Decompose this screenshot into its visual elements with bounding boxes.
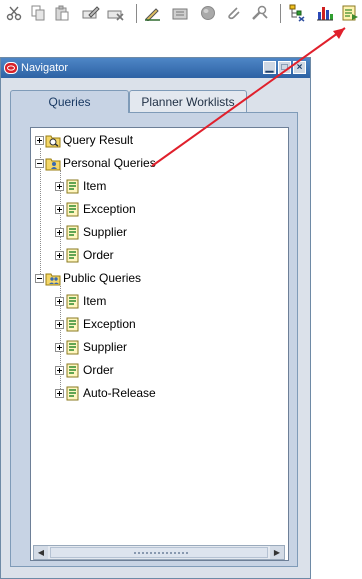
expand-icon[interactable]: [55, 296, 64, 306]
expand-icon[interactable]: [35, 135, 44, 145]
personal-folder-icon: [45, 158, 61, 170]
tree-node-label: Exception: [83, 202, 136, 216]
globe-icon[interactable]: [198, 3, 218, 23]
collapse-icon[interactable]: [35, 273, 44, 283]
expand-icon[interactable]: [55, 227, 64, 237]
expand-icon[interactable]: [55, 342, 64, 352]
tree-node-query-result[interactable]: Query Result: [35, 131, 133, 149]
bar-chart-icon[interactable]: [315, 3, 335, 23]
tree-node-personal-supplier[interactable]: Supplier: [55, 223, 127, 241]
query-doc-icon: [66, 363, 79, 377]
query-doc-icon: [66, 179, 79, 193]
query-result-folder-icon: [45, 135, 61, 147]
close-icon[interactable]: ×: [293, 61, 306, 74]
tree-node-label: Auto-Release: [83, 386, 156, 400]
scrollbar-grip: [133, 551, 189, 555]
tree-node-label: Item: [83, 294, 107, 308]
toolbar: [0, 0, 362, 28]
expand-icon[interactable]: [55, 365, 64, 375]
attachment-icon[interactable]: [224, 3, 244, 23]
cut-icon[interactable]: [4, 3, 24, 23]
expand-icon[interactable]: [55, 250, 64, 260]
tree-node-public-auto-release[interactable]: Auto-Release: [55, 384, 156, 402]
horizontal-scrollbar[interactable]: ◀ ▶: [33, 545, 285, 560]
tree-node-personal-order[interactable]: Order: [55, 246, 114, 264]
toolbar-separator: [280, 4, 281, 23]
tree-node-public-queries[interactable]: Public Queries: [35, 269, 141, 287]
titlebar[interactable]: Navigator ▁ □ ×: [1, 58, 310, 78]
tree-node-label: Public Queries: [63, 271, 142, 285]
query-doc-icon: [66, 294, 79, 308]
collapse-icon[interactable]: [35, 158, 44, 168]
tab-planner-worklists[interactable]: Planner Worklists: [129, 90, 247, 112]
query-doc-icon: [66, 202, 79, 216]
tools-icon[interactable]: [250, 3, 270, 23]
tree-node-label: Order: [83, 248, 114, 262]
scrollbar-thumb[interactable]: [50, 547, 268, 558]
tree-node-public-exception[interactable]: Exception: [55, 315, 136, 333]
window-title: Navigator: [21, 62, 69, 74]
navigator-tree: Query Result Personal Queries Item Excep…: [30, 127, 289, 561]
oracle-logo-icon: [4, 62, 18, 74]
expand-icon[interactable]: [55, 181, 64, 191]
tree-node-personal-item[interactable]: Item: [55, 177, 106, 195]
minimize-icon[interactable]: ▁: [263, 61, 276, 74]
query-doc-icon: [66, 317, 79, 331]
public-folder-icon: [45, 273, 61, 285]
toolbar-separator: [136, 4, 137, 23]
tree-node-label: Order: [83, 363, 114, 377]
tree-node-label: Personal Queries: [63, 156, 156, 170]
tree-node-public-item[interactable]: Item: [55, 292, 106, 310]
folder-tools-icon[interactable]: [171, 3, 191, 23]
maximize-icon[interactable]: □: [278, 61, 291, 74]
tree-node-public-supplier[interactable]: Supplier: [55, 338, 127, 356]
tree-node-public-order[interactable]: Order: [55, 361, 114, 379]
edit-field-icon[interactable]: [81, 3, 101, 23]
tree-node-label: Exception: [83, 317, 136, 331]
paste-icon[interactable]: [52, 3, 72, 23]
expand-icon[interactable]: [55, 204, 64, 214]
query-doc-icon: [66, 386, 79, 400]
navigator-launch-icon[interactable]: [340, 3, 360, 23]
scroll-left-icon[interactable]: ◀: [34, 546, 48, 559]
query-doc-icon: [66, 225, 79, 239]
tree-node-label: Supplier: [83, 340, 128, 354]
scroll-right-icon[interactable]: ▶: [270, 546, 284, 559]
tree-node-personal-exception[interactable]: Exception: [55, 200, 136, 218]
clear-record-icon[interactable]: [106, 3, 126, 23]
tab-queries[interactable]: Queries: [10, 90, 129, 113]
edit-pencil-icon[interactable]: [143, 3, 163, 23]
query-doc-icon: [66, 340, 79, 354]
tree-node-label: Item: [83, 179, 107, 193]
copy-icon[interactable]: [28, 3, 48, 23]
expand-icon[interactable]: [55, 319, 64, 329]
hierarchy-icon[interactable]: [287, 3, 307, 23]
tree-node-personal-queries[interactable]: Personal Queries: [35, 154, 156, 172]
tree-node-label: Query Result: [63, 133, 134, 147]
expand-icon[interactable]: [55, 388, 64, 398]
query-doc-icon: [66, 248, 79, 262]
tree-node-label: Supplier: [83, 225, 128, 239]
